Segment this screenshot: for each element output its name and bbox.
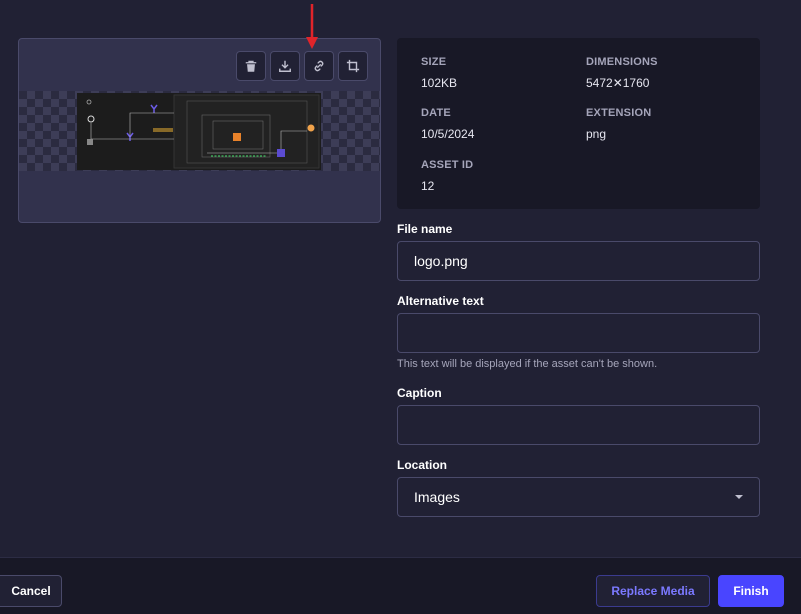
extension-meta: EXTENSION png [586,107,651,141]
delete-button[interactable] [236,51,266,81]
link-icon [314,60,324,72]
asset-action-toolbar [236,51,368,81]
file-name-input[interactable] [397,241,760,281]
chevron-down-icon [735,495,743,499]
cancel-button[interactable]: Cancel [0,575,62,607]
caption-input[interactable] [397,405,760,445]
dimensions-meta: DIMENSIONS 5472✕1760 [586,56,658,90]
extension-value: png [586,127,607,141]
download-button[interactable] [270,51,300,81]
asset-id-value: 12 [421,179,435,193]
caption-label: Caption [397,386,442,400]
finish-button[interactable]: Finish [718,575,784,607]
crop-button[interactable] [338,51,368,81]
alt-text-label: Alternative text [397,294,484,308]
alt-text-hint: This text will be displayed if the asset… [397,358,658,370]
asset-id-meta: ASSET ID 12 [421,159,473,193]
annotation-arrow [306,4,318,49]
size-label: SIZE [421,56,447,68]
dimensions-label: DIMENSIONS [586,56,658,68]
asset-id-label: ASSET ID [421,159,474,171]
copy-link-button[interactable] [304,51,334,81]
asset-preview-card [18,38,381,223]
extension-label: EXTENSION [586,107,652,119]
location-label: Location [397,458,447,472]
dimensions-value: 5472✕1760 [586,76,650,90]
download-icon [279,60,291,72]
size-value: 102KB [421,76,458,90]
file-name-label: File name [397,222,453,236]
date-value: 10/5/2024 [421,127,475,141]
date-meta: DATE 10/5/2024 [421,107,474,141]
modal-footer: Cancel Replace Media Finish [0,557,801,614]
asset-thumbnail [77,93,321,170]
replace-media-button[interactable]: Replace Media [596,575,710,607]
asset-metadata-panel: SIZE 102KB DIMENSIONS 5472✕1760 DATE 10/… [397,38,760,209]
location-select[interactable]: Images [397,477,760,517]
alt-text-input[interactable] [397,313,760,353]
transparency-checkerboard [19,91,380,171]
crop-icon [346,59,360,73]
trash-icon [245,60,257,72]
size-meta: SIZE 102KB [421,56,457,90]
date-label: DATE [421,107,451,119]
location-selected-value: Images [414,489,460,505]
